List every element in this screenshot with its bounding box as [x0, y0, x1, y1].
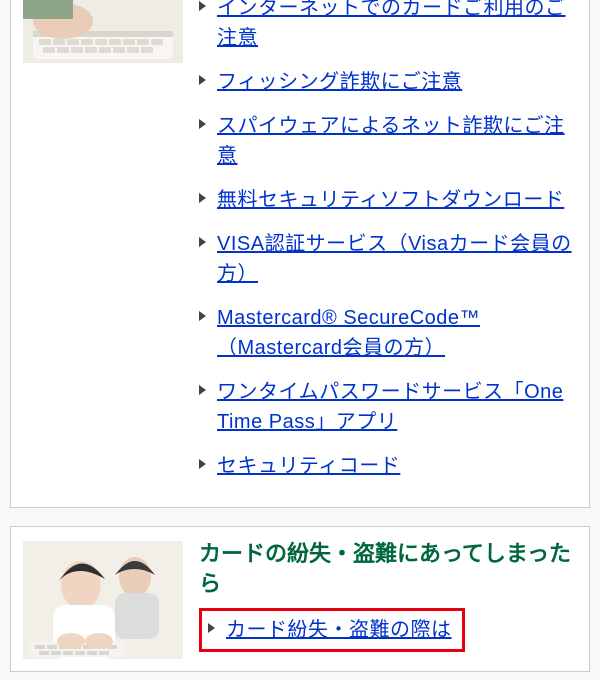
- security-section-content: インターネットでのカードご利用のご注意 フィッシング詐欺にご注意 スパイウェアに…: [199, 0, 577, 495]
- link-internet-caution[interactable]: インターネットでのカードご利用のご注意: [217, 0, 566, 49]
- highlighted-link-box: カード紛失・盗難の際は: [199, 608, 465, 652]
- list-item: インターネットでのカードご利用のご注意: [199, 0, 577, 53]
- list-item: セキュリティコード: [199, 451, 577, 481]
- security-section-card: インターネットでのカードご利用のご注意 フィッシング詐欺にご注意 スパイウェアに…: [10, 0, 590, 508]
- link-card-lost-stolen[interactable]: カード紛失・盗難の際は: [226, 619, 452, 641]
- list-item: VISA認証サービス（Visaカード会員の方）: [199, 229, 577, 289]
- link-phishing-caution[interactable]: フィッシング詐欺にご注意: [217, 71, 462, 93]
- lost-card-section-content: カードの紛失・盗難にあってしまったら カード紛失・盗難の際は: [199, 527, 577, 652]
- section-image-callcenter: [23, 541, 183, 659]
- link-spyware-caution[interactable]: スパイウェアによるネット詐欺にご注意: [217, 115, 565, 167]
- lost-card-section-card: カードの紛失・盗難にあってしまったら カード紛失・盗難の際は: [10, 526, 590, 672]
- list-item: 無料セキュリティソフトダウンロード: [199, 185, 577, 215]
- link-mastercard-securecode[interactable]: Mastercard® SecureCode™（Mastercard会員の方）: [217, 307, 480, 359]
- link-security-code[interactable]: セキュリティコード: [217, 455, 400, 477]
- link-visa-auth[interactable]: VISA認証サービス（Visaカード会員の方）: [217, 233, 572, 285]
- link-free-security-download[interactable]: 無料セキュリティソフトダウンロード: [217, 189, 564, 211]
- list-item: カード紛失・盗難の際は: [208, 615, 452, 645]
- list-item: ワンタイムパスワードサービス「One Time Pass」アプリ: [199, 377, 577, 437]
- list-item: フィッシング詐欺にご注意: [199, 67, 577, 97]
- link-onetime-pass-app[interactable]: ワンタイムパスワードサービス「One Time Pass」アプリ: [217, 381, 563, 433]
- section-title-lost-card: カードの紛失・盗難にあってしまったら: [199, 539, 577, 598]
- section-image-keyboard: [23, 0, 183, 63]
- lost-card-link-list: カード紛失・盗難の際は: [208, 615, 452, 645]
- list-item: Mastercard® SecureCode™（Mastercard会員の方）: [199, 303, 577, 363]
- security-link-list: インターネットでのカードご利用のご注意 フィッシング詐欺にご注意 スパイウェアに…: [199, 0, 577, 481]
- list-item: スパイウェアによるネット詐欺にご注意: [199, 111, 577, 171]
